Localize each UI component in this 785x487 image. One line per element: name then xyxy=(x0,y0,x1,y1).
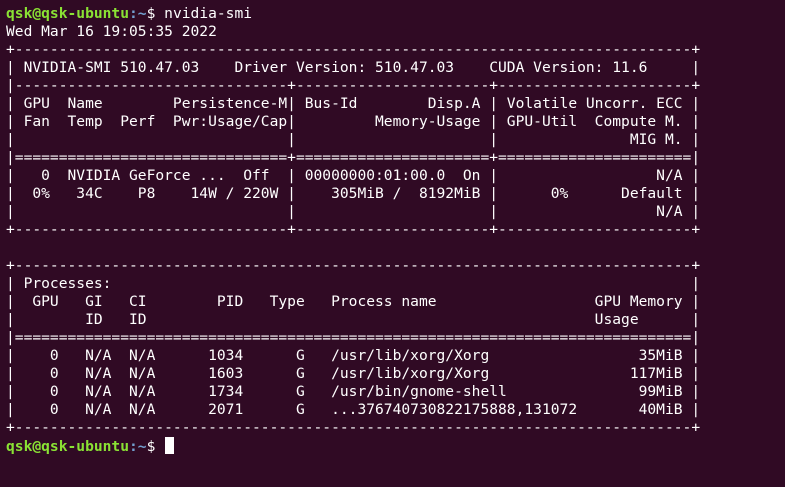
process-row: | 0 N/A N/A 1734 G /usr/bin/gnome-shell … xyxy=(6,383,701,400)
gpu-header-row-2: | Fan Temp Perf Pwr:Usage/Cap| Memory-Us… xyxy=(6,113,701,130)
table-separator: |-------------------------------+-------… xyxy=(6,77,701,94)
process-row: | 0 N/A N/A 1034 G /usr/lib/xorg/Xorg 35… xyxy=(6,347,701,364)
table-border-bottom: +-------------------------------+-------… xyxy=(6,221,701,238)
gpu-data-row-2: | 0% 34C P8 14W / 220W | 305MiB / 8192Mi… xyxy=(6,185,701,202)
command-text: nvidia-smi xyxy=(164,5,253,22)
prompt-user-host: qsk@qsk-ubuntu xyxy=(6,5,130,22)
gpu-header-row-3: | | | MIG M. | xyxy=(6,131,701,148)
process-row: | 0 N/A N/A 1603 G /usr/lib/xorg/Xorg 11… xyxy=(6,365,701,382)
command-line: qsk@qsk-ubuntu:~$ nvidia-smi xyxy=(6,5,785,23)
process-row: | 0 N/A N/A 2071 G ...376740730822175888… xyxy=(6,401,701,418)
table-double-separator: |===============================+=======… xyxy=(6,149,701,166)
prompt-symbol: $ xyxy=(146,438,165,455)
active-prompt-line[interactable]: qsk@qsk-ubuntu:~$ xyxy=(6,437,785,455)
processes-title: | Processes: | xyxy=(6,275,701,292)
table-border-top: +---------------------------------------… xyxy=(6,41,701,58)
terminal-window[interactable]: qsk@qsk-ubuntu:~$ nvidia-smi Wed Mar 16 … xyxy=(0,0,785,487)
processes-header-row-2: | ID ID Usage | xyxy=(6,311,701,328)
prompt-user-host: qsk@qsk-ubuntu xyxy=(6,438,130,455)
gpu-data-row-1: | 0 NVIDIA GeForce ... Off | 00000000:01… xyxy=(6,167,701,184)
prompt-path: :~ xyxy=(129,438,147,455)
prompt-symbol: $ xyxy=(146,5,165,22)
text-cursor[interactable] xyxy=(165,437,175,454)
gpu-data-row-3: | | | N/A | xyxy=(6,203,701,220)
version-info-row: | NVIDIA-SMI 510.47.03 Driver Version: 5… xyxy=(6,59,701,76)
processes-header-row-1: | GPU GI CI PID Type Process name GPU Me… xyxy=(6,293,701,310)
prompt-path: :~ xyxy=(129,5,147,22)
processes-double-separator: |=======================================… xyxy=(6,329,701,346)
output-date-line: Wed Mar 16 19:05:35 2022 xyxy=(6,23,217,40)
command-output: Wed Mar 16 19:05:35 2022 +--------------… xyxy=(6,23,785,437)
processes-border-bottom: +---------------------------------------… xyxy=(6,419,701,436)
processes-border-top: +---------------------------------------… xyxy=(6,257,701,274)
gpu-header-row-1: | GPU Name Persistence-M| Bus-Id Disp.A … xyxy=(6,95,701,112)
